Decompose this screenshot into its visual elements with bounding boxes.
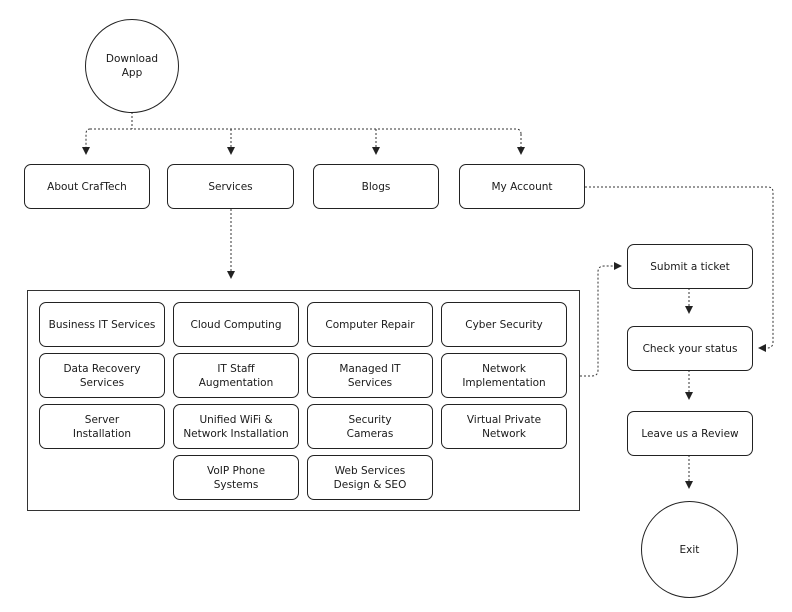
- nav-node-blogs[interactable]: Blogs: [313, 164, 439, 209]
- end-node-exit[interactable]: Exit: [641, 501, 738, 598]
- service-voip[interactable]: VoIP Phone Systems: [173, 455, 299, 500]
- service-cloud-computing[interactable]: Cloud Computing: [173, 302, 299, 347]
- service-web-services[interactable]: Web Services Design & SEO: [307, 455, 433, 500]
- connector-panel-ticket: [580, 262, 622, 377]
- service-cyber-security[interactable]: Cyber Security: [441, 302, 567, 347]
- service-network-implementation[interactable]: Network Implementation: [441, 353, 567, 398]
- nav-node-about[interactable]: About CrafTech: [24, 164, 150, 209]
- flow-submit-ticket[interactable]: Submit a ticket: [627, 244, 753, 289]
- service-server-installation[interactable]: Server Installation: [39, 404, 165, 449]
- flow-leave-review[interactable]: Leave us a Review: [627, 411, 753, 456]
- start-node-download-app[interactable]: Download App: [85, 19, 179, 113]
- nav-node-services[interactable]: Services: [167, 164, 294, 209]
- service-security-cameras[interactable]: Security Cameras: [307, 404, 433, 449]
- nav-node-my-account[interactable]: My Account: [459, 164, 585, 209]
- connector-to-about: [82, 128, 91, 155]
- service-data-recovery[interactable]: Data Recovery Services: [39, 353, 165, 398]
- service-it-staff[interactable]: IT Staff Augmentation: [173, 353, 299, 398]
- service-computer-repair[interactable]: Computer Repair: [307, 302, 433, 347]
- flow-check-status[interactable]: Check your status: [627, 326, 753, 371]
- service-vpn[interactable]: Virtual Private Network: [441, 404, 567, 449]
- service-unified-wifi[interactable]: Unified WiFi & Network Installation: [173, 404, 299, 449]
- connector-bus: [90, 128, 522, 135]
- service-managed-it[interactable]: Managed IT Services: [307, 353, 433, 398]
- service-business-it[interactable]: Business IT Services: [39, 302, 165, 347]
